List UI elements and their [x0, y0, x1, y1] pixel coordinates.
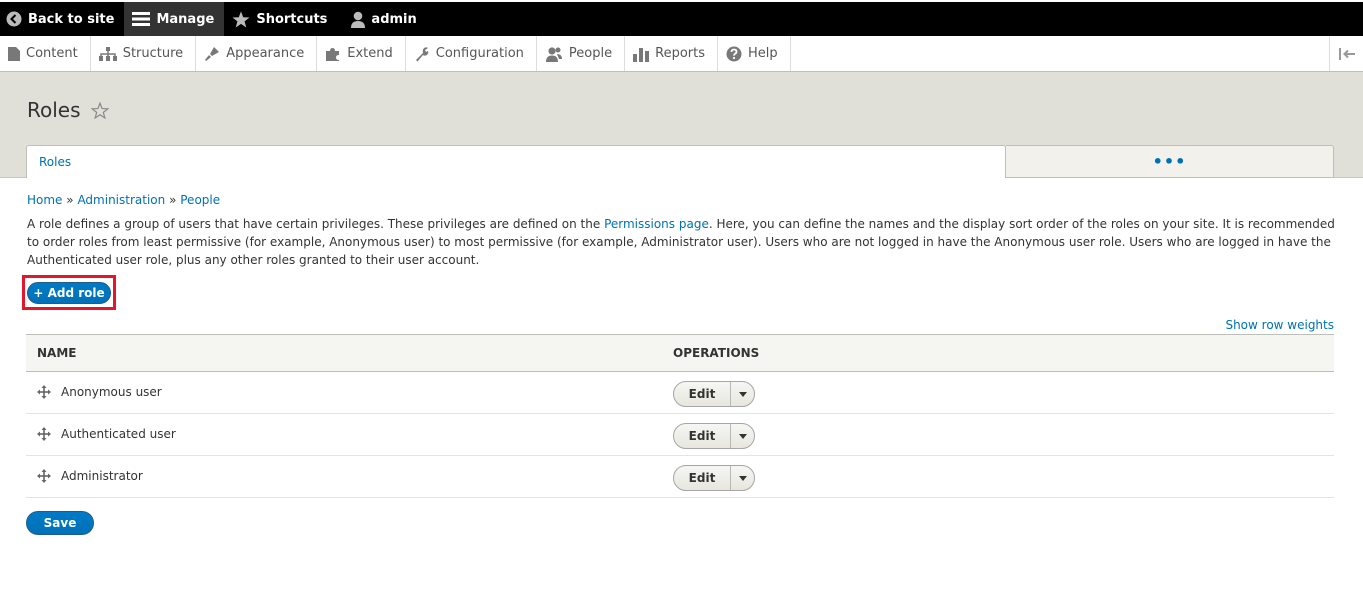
- operations-dropbutton: Edit: [673, 381, 755, 407]
- user-tab[interactable]: admin: [337, 2, 426, 36]
- tray-item-structure[interactable]: Structure: [91, 36, 197, 71]
- tray-item-appearance[interactable]: Appearance: [196, 36, 318, 71]
- table-row: Authenticated user Edit: [26, 414, 1334, 456]
- dropbutton-toggle[interactable]: [731, 382, 754, 406]
- brush-icon: [205, 46, 220, 61]
- manage-tab[interactable]: Manage: [124, 2, 225, 36]
- user-label: admin: [371, 11, 417, 27]
- help-description: A role defines a group of users that hav…: [27, 215, 1337, 269]
- page-header: Roles Roles •••: [0, 72, 1363, 178]
- tray-item-label: Reports: [655, 46, 705, 61]
- breadcrumb: Home » Administration » People: [27, 193, 220, 207]
- tray-item-label: Appearance: [226, 46, 305, 61]
- edit-button[interactable]: Edit: [674, 466, 731, 490]
- description-text: A role defines a group of users that hav…: [27, 217, 605, 231]
- back-to-site-label: Back to site: [28, 11, 115, 27]
- breadcrumb-administration[interactable]: Administration: [77, 193, 165, 207]
- roles-table: NAME OPERATIONS Anonymous user Edit Auth…: [26, 334, 1334, 498]
- tray-item-label: Configuration: [435, 46, 524, 61]
- caret-down-icon: [738, 475, 747, 481]
- drag-handle-icon[interactable]: [37, 385, 51, 399]
- page-title: Roles: [27, 98, 81, 122]
- tray-item-label: Help: [748, 46, 778, 61]
- add-role-button[interactable]: + Add role: [27, 281, 111, 304]
- manage-label: Manage: [156, 11, 215, 27]
- show-row-weights-link[interactable]: Show row weights: [1225, 318, 1334, 332]
- bar-chart-icon: [633, 47, 650, 62]
- operations-dropbutton: Edit: [673, 423, 755, 449]
- caret-down-icon: [738, 433, 747, 439]
- role-name: Anonymous user: [61, 385, 162, 399]
- shortcuts-tab[interactable]: Shortcuts: [224, 2, 337, 36]
- column-header-operations: OPERATIONS: [673, 346, 760, 360]
- breadcrumb-people[interactable]: People: [180, 193, 220, 207]
- tray-item-reports[interactable]: Reports: [625, 36, 718, 71]
- breadcrumb-home[interactable]: Home: [27, 193, 62, 207]
- drag-handle-icon[interactable]: [37, 427, 51, 441]
- role-name: Administrator: [61, 469, 143, 483]
- star-icon: [232, 10, 250, 27]
- role-name: Authenticated user: [61, 427, 176, 441]
- add-role-highlight: + Add role: [22, 275, 116, 310]
- hamburger-icon: [132, 12, 151, 26]
- back-arrow-icon: [6, 11, 22, 27]
- primary-tabs: Roles •••: [26, 145, 1334, 178]
- tray-item-label: Content: [26, 46, 78, 61]
- tray-item-label: Extend: [347, 46, 393, 61]
- tray-item-help[interactable]: Help: [718, 36, 791, 71]
- tray-item-label: Structure: [122, 46, 184, 61]
- tray-item-label: People: [568, 46, 613, 61]
- puzzle-icon: [326, 47, 340, 61]
- edit-button[interactable]: Edit: [674, 382, 731, 406]
- table-row: Anonymous user Edit: [26, 372, 1334, 414]
- table-row: Administrator Edit: [26, 456, 1334, 498]
- sitemap-icon: [98, 46, 117, 61]
- column-header-name: NAME: [37, 346, 77, 360]
- admin-toolbar: Back to site Manage Shortcuts admin: [0, 0, 1363, 36]
- shortcuts-label: Shortcuts: [256, 11, 328, 27]
- save-button[interactable]: Save: [26, 511, 94, 535]
- tray-item-content[interactable]: Content: [0, 36, 91, 71]
- edit-button[interactable]: Edit: [674, 424, 731, 448]
- tray-orientation-toggle[interactable]: [1329, 36, 1363, 71]
- table-header: NAME OPERATIONS: [26, 334, 1334, 372]
- shortcut-star-icon[interactable]: [90, 101, 109, 119]
- permissions-page-link[interactable]: Permissions page: [604, 217, 709, 231]
- breadcrumb-separator: »: [66, 193, 74, 207]
- tray-item-configuration[interactable]: Configuration: [406, 36, 537, 71]
- dropbutton-toggle[interactable]: [731, 466, 754, 490]
- wrench-icon: [415, 46, 428, 61]
- tab-roles[interactable]: Roles: [26, 145, 1006, 178]
- people-icon: [545, 46, 562, 62]
- collapse-arrow-icon: [1338, 47, 1355, 60]
- drag-handle-icon[interactable]: [37, 469, 51, 483]
- file-icon: [8, 46, 20, 61]
- tabs-more-button[interactable]: •••: [1006, 145, 1334, 178]
- user-icon: [351, 11, 366, 28]
- operations-dropbutton: Edit: [673, 465, 755, 491]
- tray-item-extend[interactable]: Extend: [317, 36, 406, 71]
- question-icon: [726, 46, 742, 61]
- caret-down-icon: [738, 391, 747, 397]
- dropbutton-toggle[interactable]: [731, 424, 754, 448]
- back-to-site-link[interactable]: Back to site: [0, 2, 124, 36]
- breadcrumb-separator: »: [169, 193, 177, 207]
- page-title-wrap: Roles: [27, 98, 109, 122]
- tray-item-people[interactable]: People: [537, 36, 626, 71]
- admin-tray: Content Structure Appearance Extend Conf…: [0, 36, 1363, 72]
